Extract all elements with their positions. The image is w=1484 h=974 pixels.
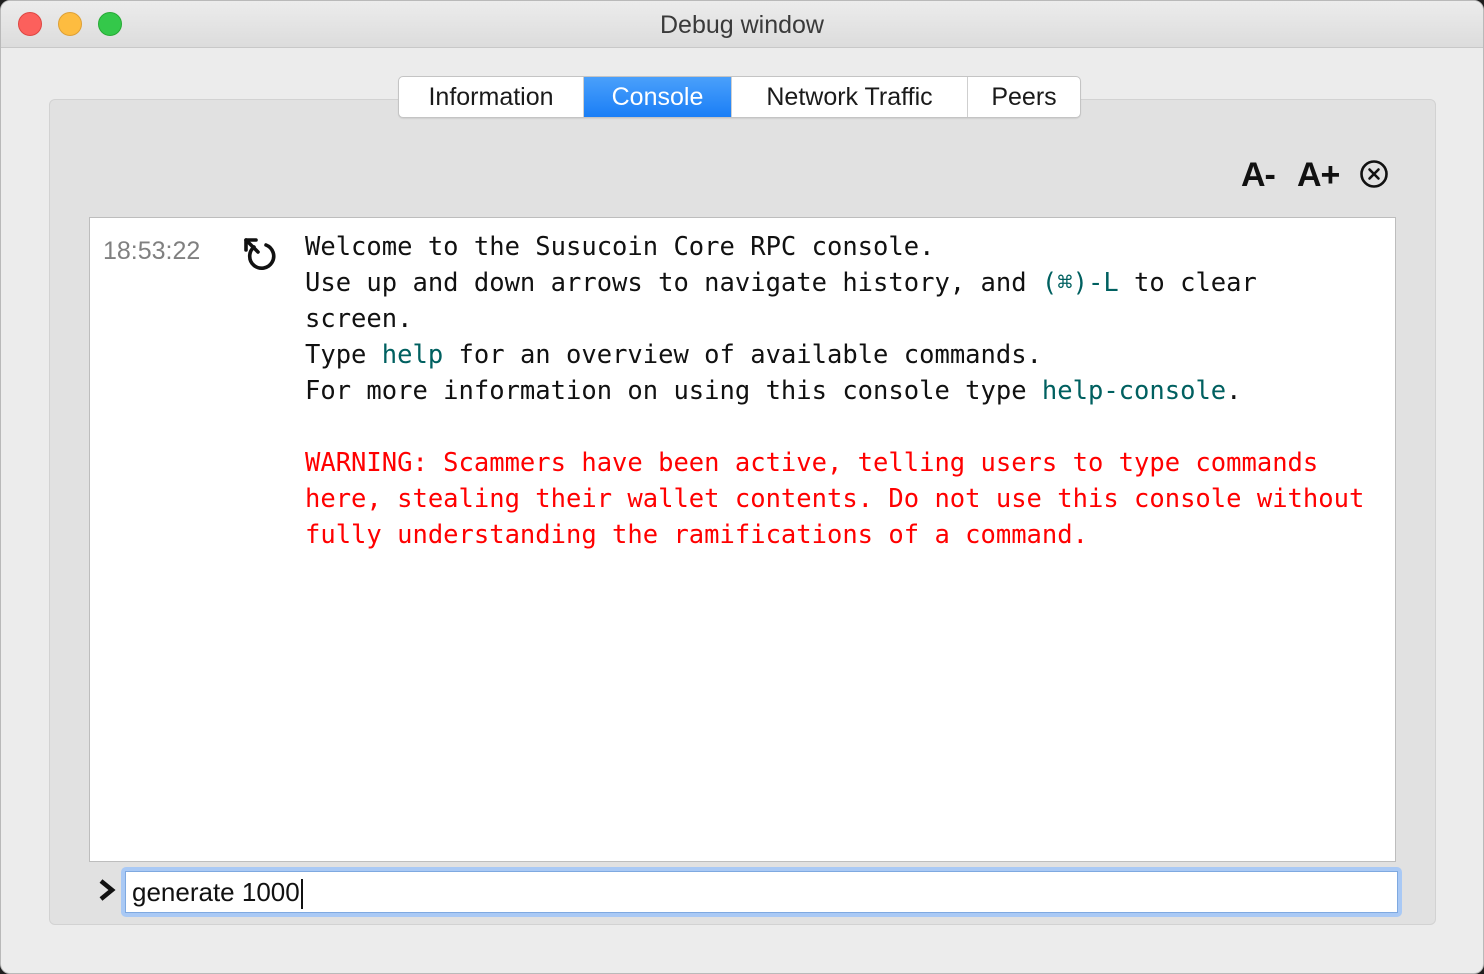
font-larger-button[interactable]: A+ <box>1297 156 1340 195</box>
clear-console-button[interactable] <box>1359 159 1389 189</box>
message-line: Type <box>305 340 382 370</box>
tab-network-traffic[interactable]: Network Traffic <box>732 77 968 117</box>
reply-arrow-icon <box>241 235 281 275</box>
console-command-input[interactable]: generate 1000 <box>125 871 1398 913</box>
shortcut-text: (⌘)-L <box>1041 268 1119 298</box>
window-title: Debug window <box>660 11 824 39</box>
tab-bar: Information Console Network Traffic Peer… <box>398 76 1081 118</box>
message-line: screen. <box>305 304 413 334</box>
tab-information[interactable]: Information <box>399 77 584 117</box>
command-help-console: help-console <box>1041 376 1227 406</box>
tab-console[interactable]: Console <box>584 77 732 117</box>
message-line: Use up and down arrows to navigate histo… <box>305 268 1042 298</box>
console-message: Welcome to the Susucoin Core RPC console… <box>305 229 1390 553</box>
tab-peers[interactable]: Peers <box>968 77 1080 117</box>
message-line: for an overview of available commands. <box>443 340 1042 370</box>
command-help: help <box>381 340 444 370</box>
message-line: For more information on using this conso… <box>305 376 1042 406</box>
font-smaller-button[interactable]: A- <box>1241 156 1276 195</box>
chevron-right-icon <box>96 877 118 903</box>
warning-line: WARNING: Scammers have been active, tell… <box>305 448 1319 478</box>
message-line: Welcome to the Susucoin Core RPC console… <box>305 232 935 262</box>
console-input-focus-ring: generate 1000 <box>121 867 1402 917</box>
warning-line: fully understanding the ramifications of… <box>305 520 1088 550</box>
message-timestamp: 18:53:22 <box>103 237 201 265</box>
input-value: generate 1000 <box>132 877 300 907</box>
warning-line: here, stealing their wallet contents. Do… <box>305 484 1365 514</box>
message-line: to clear <box>1118 268 1257 298</box>
text-caret <box>300 879 303 910</box>
message-line: . <box>1226 376 1242 406</box>
clear-circle-x-icon <box>1360 160 1388 188</box>
title-bar: Debug window <box>1 1 1483 48</box>
debug-window: Debug window Information Console Network… <box>0 0 1484 974</box>
